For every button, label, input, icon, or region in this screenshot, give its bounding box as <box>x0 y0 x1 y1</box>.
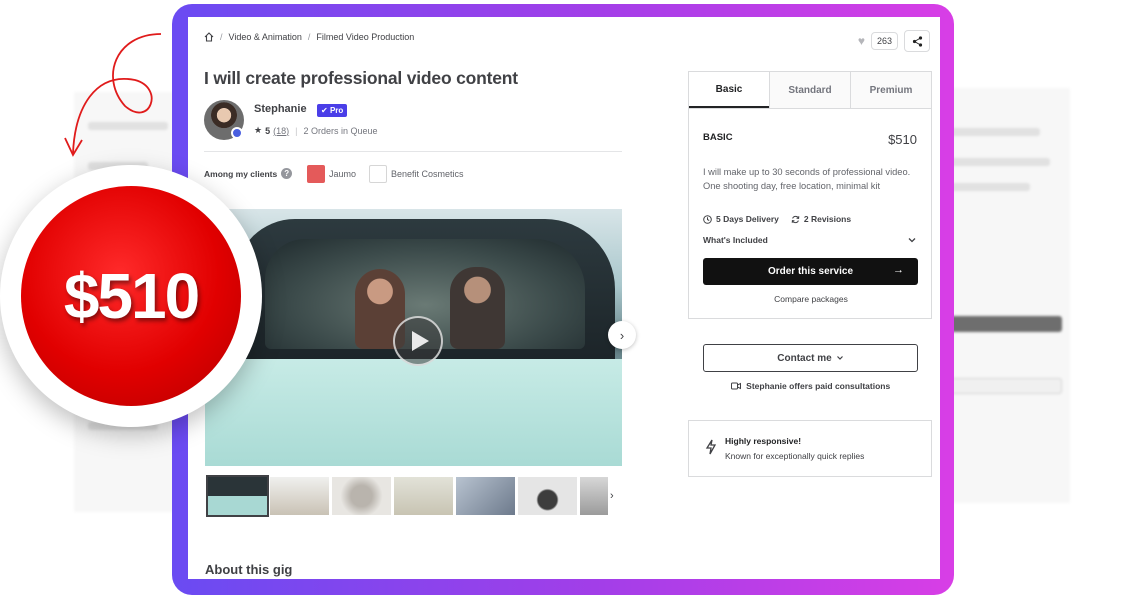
benefit-logo-icon <box>369 165 387 183</box>
verified-badge-icon <box>231 127 243 139</box>
orders-in-queue: 2 Orders in Queue <box>303 125 378 136</box>
help-icon[interactable]: ? <box>281 168 293 179</box>
price-badge-circle: $510 <box>21 186 241 406</box>
home-icon[interactable] <box>204 32 214 42</box>
delivery-time: 5 Days Delivery <box>703 214 779 224</box>
tab-premium[interactable]: Premium <box>850 72 931 108</box>
divider: | <box>295 125 298 136</box>
chevron-down-icon <box>908 238 916 243</box>
responsive-card: Highly responsive! Known for exceptional… <box>688 420 932 477</box>
star-icon: ★ <box>254 125 263 135</box>
lightning-icon <box>705 439 717 459</box>
media-thumbnail[interactable] <box>518 477 577 515</box>
order-button[interactable]: Order this service → <box>703 258 918 285</box>
chevron-down-icon <box>836 356 843 360</box>
delivery-label: 5 Days Delivery <box>716 214 779 224</box>
video-camera-icon <box>730 382 741 390</box>
package-header: BASIC $510 <box>703 132 917 147</box>
rating-value: 5 <box>265 125 271 136</box>
revisions: 2 Revisions <box>791 214 851 224</box>
divider <box>204 151 622 152</box>
media-thumbnail[interactable] <box>580 477 608 515</box>
breadcrumb-subcategory[interactable]: Filmed Video Production <box>316 32 414 42</box>
chevron-right-icon[interactable]: › <box>610 490 614 502</box>
clock-icon <box>703 214 712 224</box>
review-count[interactable]: (18) <box>273 126 289 136</box>
consultation-note[interactable]: Stephanie offers paid consultations <box>703 381 918 391</box>
play-button[interactable] <box>393 316 443 366</box>
breadcrumb-separator: / <box>307 32 311 42</box>
gig-page: / Video & Animation / Filmed Video Produ… <box>188 17 940 579</box>
share-icon <box>912 35 922 47</box>
pro-badge: ✔ Pro <box>317 104 348 117</box>
responsive-subtitle: Known for exceptionally quick replies <box>725 451 865 461</box>
jaumo-logo-icon <box>307 165 325 183</box>
media-thumbnail[interactable] <box>206 475 269 517</box>
media-thumbnail[interactable] <box>332 477 391 515</box>
package-tabs: Basic Standard Premium <box>689 72 931 109</box>
consultation-text: Stephanie offers paid consultations <box>746 381 891 391</box>
tab-standard[interactable]: Standard <box>769 72 850 108</box>
clients-label: Among my clients ? <box>204 168 293 179</box>
pro-badge-label: Pro <box>329 106 344 115</box>
refresh-icon <box>791 215 800 223</box>
revisions-label: 2 Revisions <box>803 214 852 224</box>
share-button[interactable] <box>904 30 930 52</box>
video-frame <box>450 267 505 349</box>
breadcrumb-separator: / <box>220 32 223 42</box>
price-badge-amount: $510 <box>63 260 200 332</box>
package-card: Basic Standard Premium BASIC $510 I will… <box>688 71 932 319</box>
contact-button[interactable]: Contact me <box>703 344 918 372</box>
client-benefit: Benefit Cosmetics <box>391 169 464 179</box>
media-thumbnail[interactable] <box>270 477 329 515</box>
contact-button-label: Contact me <box>777 352 832 364</box>
breadcrumb-category[interactable]: Video & Animation <box>229 32 302 42</box>
breadcrumb: / Video & Animation / Filmed Video Produ… <box>204 32 414 42</box>
tab-basic[interactable]: Basic <box>689 72 769 108</box>
curved-arrow-icon <box>64 33 162 157</box>
package-price: $510 <box>888 132 917 147</box>
package-meta: 5 Days Delivery 2 Revisions <box>703 214 851 224</box>
play-icon <box>411 331 429 351</box>
price-badge: $510 <box>0 165 262 427</box>
package-description: I will make up to 30 seconds of professi… <box>703 167 911 191</box>
responsive-title: Highly responsive! <box>725 436 802 446</box>
about-heading: About this gig <box>205 562 293 577</box>
media-thumbnail[interactable] <box>456 477 515 515</box>
media-thumbnail[interactable] <box>394 477 453 515</box>
seller-rating: ★ 5 (18) | 2 Orders in Queue <box>254 125 378 136</box>
video-player[interactable] <box>205 209 622 466</box>
like-count: 263 <box>870 32 898 50</box>
video-frame <box>205 359 622 466</box>
next-media-button[interactable]: › <box>608 321 636 349</box>
seller-name[interactable]: Stephanie <box>254 103 307 115</box>
heart-icon[interactable]: ♥ <box>858 34 865 48</box>
client-jaumo: Jaumo <box>329 169 357 179</box>
background-page-right <box>940 88 1070 503</box>
clients-label-text: Among my clients <box>204 168 278 179</box>
compare-packages-link[interactable]: Compare packages <box>689 294 933 304</box>
whats-included-toggle[interactable]: What's Included <box>703 235 917 245</box>
arrow-right-icon: → <box>893 264 904 276</box>
package-name: BASIC <box>703 132 733 143</box>
whats-included-label: What's Included <box>703 235 768 245</box>
gig-actions: ♥ 263 <box>858 30 930 52</box>
order-button-label: Order this service <box>767 266 854 277</box>
gig-title: I will create professional video content <box>204 68 518 88</box>
